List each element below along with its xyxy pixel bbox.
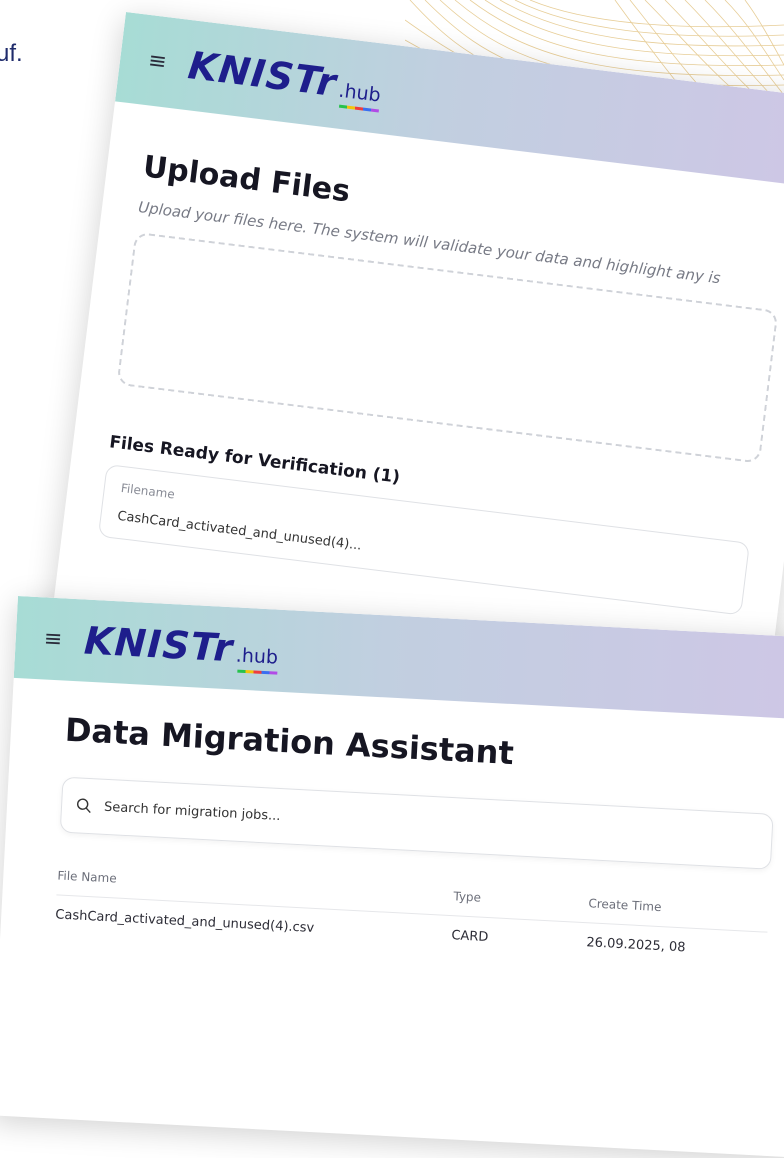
cell-create-time: 26.09.2025, 08 <box>585 935 686 956</box>
hamburger-menu-icon[interactable]: ≡ <box>147 48 168 75</box>
data-migration-window: ≡ KNISTr .hub Data Migration Assistant F… <box>0 596 784 1158</box>
search-bar[interactable] <box>59 776 774 870</box>
logo-hub-suffix: .hub <box>235 644 279 669</box>
app-logo[interactable]: KNISTr .hub <box>185 43 384 107</box>
logo-hub-suffix: .hub <box>337 79 382 107</box>
logo-wordmark: KNISTr <box>83 618 235 671</box>
app-logo[interactable]: KNISTr .hub <box>83 618 279 671</box>
search-icon <box>76 797 93 814</box>
cell-type: CARD <box>450 928 489 946</box>
page-title: Data Migration Assistant <box>64 710 515 773</box>
logo-wordmark: KNISTr <box>185 43 340 106</box>
migration-content: Data Migration Assistant File Name Type … <box>0 678 784 993</box>
search-input[interactable] <box>101 798 706 847</box>
upload-content: Upload Files Upload your files here. The… <box>58 101 784 655</box>
column-header-type[interactable]: Type <box>453 889 589 910</box>
column-header-create-time[interactable]: Create Time <box>588 896 769 919</box>
cell-file-name: CashCard_activated_and_unused(4).csv <box>54 907 315 936</box>
hamburger-menu-icon[interactable]: ≡ <box>43 626 63 652</box>
background-text: uf. <box>0 40 23 67</box>
migration-jobs-table: File Name Type Create Time CashCard_acti… <box>55 868 769 959</box>
